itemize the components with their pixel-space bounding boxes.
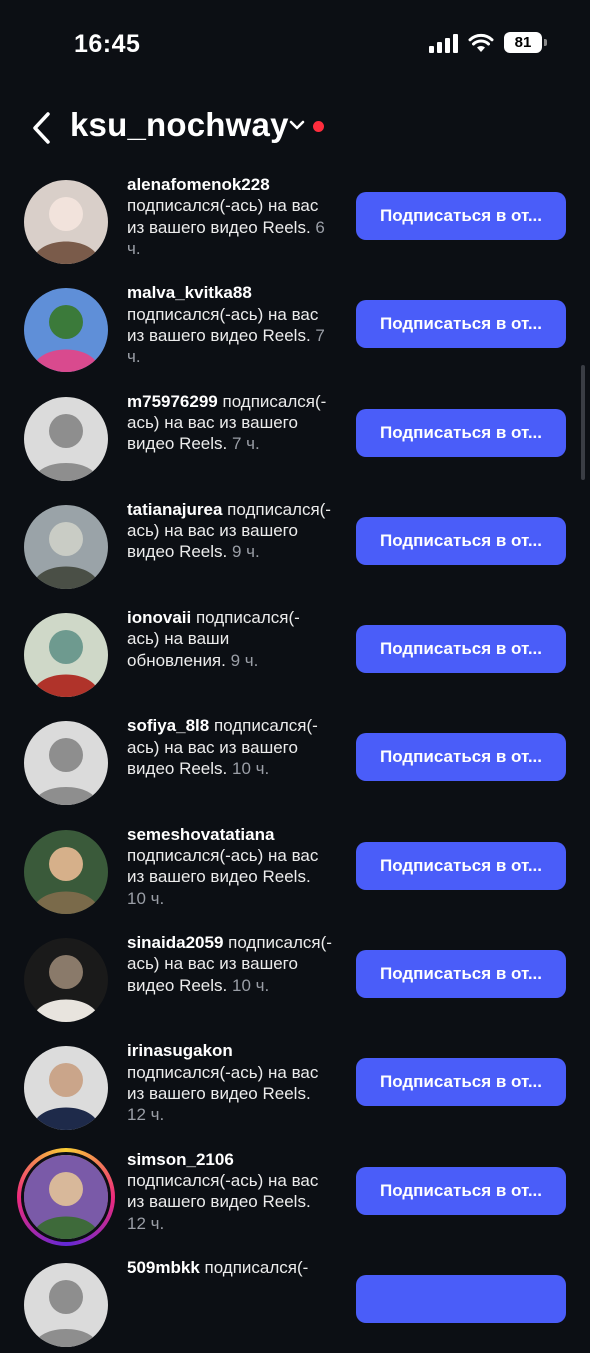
notification-text: sinaida2059 подписался(-ась) на вас из в… xyxy=(127,932,332,996)
follow-back-button[interactable]: Подписаться в от... xyxy=(356,733,566,782)
follow-back-button[interactable] xyxy=(356,1274,566,1323)
battery-icon: 81 xyxy=(504,32,547,53)
list-item: simson_2106 подписался(-ась) на вас из в… xyxy=(0,1137,590,1246)
username[interactable]: semeshovatatiana xyxy=(127,825,274,844)
notification-text: sofiya_8l8 подписался(-ась) на вас из ва… xyxy=(127,715,332,779)
list-item: malva_kvitka88 подписался(-ась) на вас и… xyxy=(0,270,590,378)
action-text: подписался(-ась) на вас из вашего видео … xyxy=(127,196,319,237)
status-icons: 81 xyxy=(429,32,547,53)
action-text: подписался(-ась) на вас из вашего видео … xyxy=(127,1062,319,1103)
account-title[interactable]: ksu_nochway xyxy=(70,106,289,144)
username[interactable]: malva_kvitka88 xyxy=(127,283,252,302)
avatar[interactable] xyxy=(24,721,108,806)
follow-back-button[interactable]: Подписаться в от... xyxy=(356,192,566,240)
scrollbar[interactable] xyxy=(581,365,585,480)
action-text: подписался(-ась) на вас из вашего видео … xyxy=(127,1170,319,1212)
list-item: irinasugakon подписался(-ась) на вас из … xyxy=(0,1028,590,1136)
notification-text: m75976299 подписался(-ась) на вас из ваш… xyxy=(127,391,332,455)
list-item: ionovaii подписался(-ась) на ваши обновл… xyxy=(0,595,590,703)
follow-back-button[interactable]: Подписаться в от... xyxy=(356,841,566,890)
action-text: подписался(-ась) на вас из вашего видео … xyxy=(127,846,319,887)
username[interactable]: simson_2106 xyxy=(127,1150,234,1169)
status-time: 16:45 xyxy=(74,30,141,58)
follow-back-button[interactable]: Подписаться в от... xyxy=(356,408,566,457)
avatar[interactable] xyxy=(24,613,108,698)
follow-back-button[interactable]: Подписаться в от... xyxy=(356,516,566,565)
timestamp: 7 ч. xyxy=(227,434,260,454)
notification-text: malva_kvitka88 подписался(-ась) на вас и… xyxy=(127,282,332,367)
follow-back-button[interactable]: Подписаться в от... xyxy=(356,300,566,349)
username[interactable]: sofiya_8l8 xyxy=(127,716,209,735)
notification-text: tatianajurea подписался(-ась) на вас из … xyxy=(127,499,332,563)
timestamp: 12 ч. xyxy=(127,1213,165,1233)
wifi-icon xyxy=(468,33,494,52)
timestamp: 9 ч. xyxy=(227,542,260,562)
notification-text: semeshovatatiana подписался(-ась) на вас… xyxy=(127,824,332,909)
timestamp: 12 ч. xyxy=(127,1105,165,1125)
username[interactable]: m75976299 xyxy=(127,392,218,411)
username[interactable]: irinasugakon xyxy=(127,1041,233,1060)
action-text: подписался(-ась) на вас из вашего видео … xyxy=(127,304,319,345)
follow-back-button[interactable]: Подписаться в от... xyxy=(356,1166,566,1215)
notification-text: ionovaii подписался(-ась) на ваши обновл… xyxy=(127,607,332,671)
username[interactable]: tatianajurea xyxy=(127,500,222,519)
username[interactable]: alenafomenok228 xyxy=(127,175,270,194)
chevron-down-icon[interactable] xyxy=(288,118,306,132)
timestamp: 10 ч. xyxy=(127,888,165,908)
timestamp: 10 ч. xyxy=(227,975,270,995)
list-item: 509mbkk подписался(- xyxy=(0,1245,590,1353)
timestamp: 10 ч. xyxy=(227,759,270,779)
header: ksu_nochway xyxy=(0,100,590,156)
avatar[interactable] xyxy=(24,1262,108,1347)
list-item: semeshovatatiana подписался(-ась) на вас… xyxy=(0,812,590,920)
username[interactable]: sinaida2059 xyxy=(127,933,223,952)
timestamp: 9 ч. xyxy=(225,650,259,670)
notification-text: irinasugakon подписался(-ась) на вас из … xyxy=(127,1040,332,1125)
notifications-list: alenafomenok228 подписался(-ась) на вас … xyxy=(0,162,590,1353)
action-text: подписался(- xyxy=(199,1257,309,1277)
list-item: sinaida2059 подписался(-ась) на вас из в… xyxy=(0,920,590,1028)
avatar[interactable] xyxy=(24,829,108,914)
avatar[interactable] xyxy=(24,396,108,481)
list-item: sofiya_8l8 подписался(-ась) на вас из ва… xyxy=(0,703,590,811)
avatar[interactable] xyxy=(24,504,108,589)
cellular-signal-icon xyxy=(429,33,458,53)
avatar[interactable] xyxy=(24,180,108,264)
follow-back-button[interactable]: Подписаться в от... xyxy=(356,950,566,999)
story-ring-avatar[interactable] xyxy=(17,1147,115,1246)
avatar[interactable] xyxy=(24,938,108,1023)
follow-back-button[interactable]: Подписаться в от... xyxy=(356,1058,566,1107)
notification-text: simson_2106 подписался(-ась) на вас из в… xyxy=(127,1149,332,1234)
status-bar: 16:45 81 xyxy=(0,0,590,90)
avatar[interactable] xyxy=(24,288,108,373)
notification-text: 509mbkk подписался(- xyxy=(127,1257,332,1278)
list-item: alenafomenok228 подписался(-ась) на вас … xyxy=(0,162,590,270)
list-item: tatianajurea подписался(-ась) на вас из … xyxy=(0,487,590,595)
username[interactable]: 509mbkk xyxy=(127,1258,200,1277)
username[interactable]: ionovaii xyxy=(127,608,191,627)
follow-back-button[interactable]: Подписаться в от... xyxy=(356,625,566,674)
back-arrow-icon[interactable] xyxy=(28,108,58,148)
avatar[interactable] xyxy=(24,1046,108,1131)
notification-dot xyxy=(313,121,324,132)
list-item: m75976299 подписался(-ась) на вас из ваш… xyxy=(0,379,590,487)
notification-text: alenafomenok228 подписался(-ась) на вас … xyxy=(127,174,332,259)
